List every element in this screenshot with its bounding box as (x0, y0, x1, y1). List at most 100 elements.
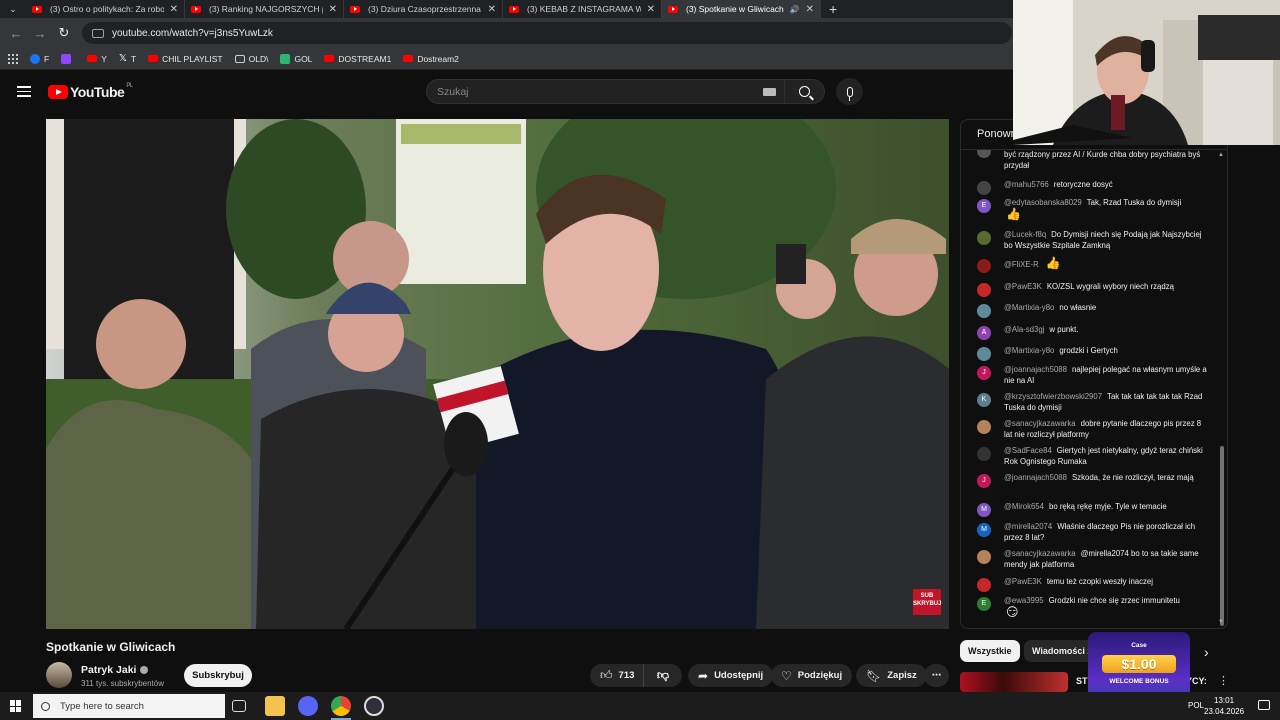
chat-author[interactable]: @sanacyjkazawarka (1004, 419, 1076, 428)
apps-grid-icon[interactable] (8, 53, 18, 64)
bookmark-item[interactable]: 𝕏T (119, 53, 136, 64)
chat-avatar[interactable] (977, 578, 991, 592)
obs-icon[interactable] (364, 696, 384, 716)
language-indicator[interactable]: POL (1188, 701, 1204, 710)
taskbar-search-input[interactable]: Type here to search (33, 694, 225, 718)
tab-close-icon[interactable]: ✕ (170, 4, 178, 15)
chat-author[interactable]: @Lucek-f8q (1004, 230, 1046, 239)
share-button[interactable]: ➦ Udostępnij (688, 664, 774, 687)
like-button[interactable]: 👍︎ 713 (590, 664, 644, 687)
browser-tab[interactable]: (3) Ranking NAJGORSZYCH pre ✕ (185, 0, 344, 18)
bookmark-folder[interactable]: OLD\ (234, 54, 268, 64)
bookmark-item[interactable]: F (30, 53, 49, 64)
forward-icon[interactable]: → (28, 26, 52, 41)
task-view-icon[interactable] (232, 700, 246, 712)
browser-tab[interactable]: (3) KEBAB Z INSTAGRAMA W P ✕ (503, 0, 662, 18)
chat-author[interactable]: @ewa3995 (1004, 596, 1044, 605)
browser-tab-active[interactable]: (3) Spotkanie w Gliwicach - 🔊 ✕ (662, 0, 821, 18)
scroll-down-icon[interactable]: ▼ (1218, 619, 1224, 625)
chat-avatar[interactable] (977, 420, 991, 434)
bookmark-item[interactable]: DOSTREAM1 (324, 54, 391, 64)
more-actions-button[interactable]: ⋯ (924, 664, 949, 687)
discord-icon[interactable] (298, 696, 318, 716)
chat-author[interactable]: @sanacyjkazawarka (1004, 549, 1076, 558)
chat-author[interactable]: @edytasobanska8029 (1004, 198, 1082, 207)
bookmark-item[interactable]: GOL (280, 53, 312, 64)
chat-author[interactable]: @joannajach5088 (1004, 365, 1067, 374)
windows-start-icon[interactable] (10, 700, 22, 712)
chat-avatar[interactable] (977, 550, 991, 564)
chat-author[interactable]: @joannajach5088 (1004, 473, 1067, 482)
chat-avatar[interactable]: A (977, 326, 991, 340)
bookmark-item[interactable]: Y (87, 54, 107, 64)
notification-icon[interactable] (1258, 700, 1270, 710)
search-button[interactable] (785, 79, 825, 104)
channel-avatar[interactable] (46, 662, 72, 688)
chip-all[interactable]: Wszystkie (960, 640, 1020, 662)
chat-author[interactable]: @mahu5766 (1004, 180, 1049, 189)
chat-author[interactable]: @krzysztofwierzbowski2907 (1004, 392, 1102, 401)
bookmark-item[interactable]: CHIL PLAYLIST (148, 54, 223, 64)
chat-author[interactable]: @FliXE-R (1004, 260, 1039, 269)
chat-avatar[interactable] (977, 259, 991, 273)
chat-avatar[interactable]: J (977, 474, 991, 488)
scrollbar-thumb[interactable] (1220, 446, 1224, 626)
thanks-button[interactable]: ♡ Podziękuj (771, 664, 853, 687)
chat-avatar[interactable]: M (977, 503, 991, 517)
menu-icon[interactable] (17, 86, 31, 97)
chat-avatar[interactable] (977, 283, 991, 297)
chrome-icon[interactable] (331, 696, 351, 716)
video-player[interactable]: SUB SKRYBUJ (46, 119, 949, 629)
site-info-icon[interactable] (92, 28, 104, 38)
new-tab-icon[interactable]: + (829, 1, 837, 17)
chat-scrollbar[interactable] (1220, 156, 1224, 626)
chat-avatar[interactable] (977, 150, 991, 158)
chat-author[interactable]: @Martixia-y8o (1004, 303, 1054, 312)
reload-icon[interactable]: ↻ (52, 25, 76, 41)
more-icon[interactable]: ⋮ (1218, 674, 1229, 687)
chat-avatar[interactable]: K (977, 393, 991, 407)
chat-avatar[interactable] (977, 447, 991, 461)
related-video-thumbnail[interactable] (960, 672, 1068, 692)
keyboard-icon[interactable] (763, 88, 776, 96)
chat-avatar[interactable] (977, 181, 991, 195)
youtube-logo[interactable]: YouTube PL (48, 83, 133, 100)
chat-author[interactable]: @mirella2074 (1004, 522, 1052, 531)
chat-author[interactable]: @SadFace84 (1004, 446, 1052, 455)
tab-close-icon[interactable]: ✕ (647, 4, 655, 15)
dislike-button[interactable]: 👎︎ (644, 668, 682, 683)
chat-avatar[interactable]: E (977, 597, 991, 611)
chat-author[interactable]: @PawE3K (1004, 577, 1042, 586)
voice-search-button[interactable] (836, 78, 863, 105)
file-explorer-icon[interactable] (265, 696, 285, 716)
chat-avatar[interactable] (977, 347, 991, 361)
chat-avatar[interactable] (977, 231, 991, 245)
chat-avatar[interactable] (977, 304, 991, 318)
tab-close-icon[interactable]: ✕ (329, 4, 337, 15)
bookmark-item[interactable]: Dostream2 (403, 54, 459, 64)
subscribe-button[interactable]: Subskrybuj (184, 664, 252, 687)
chat-author[interactable]: @Ala-sd3gj (1004, 325, 1044, 334)
browser-tab[interactable]: (3) Ostro o politykach: Za robot ✕ (26, 0, 185, 18)
bookmark-item[interactable] (61, 53, 75, 64)
chat-avatar[interactable]: M (977, 523, 991, 537)
subscribe-watermark[interactable]: SUB SKRYBUJ (913, 589, 941, 615)
chat-author[interactable]: @Martixia-y8o (1004, 346, 1054, 355)
address-bar[interactable]: youtube.com/watch?v=j3ns5YuwLzk (82, 22, 1012, 44)
chat-author[interactable]: @PawE3K (1004, 282, 1042, 291)
speaker-icon[interactable]: 🔊 (790, 5, 800, 14)
search-input[interactable]: Szukaj (426, 79, 785, 104)
tab-close-icon[interactable]: ✕ (488, 4, 496, 15)
chat-avatar[interactable]: E (977, 199, 991, 213)
save-button[interactable]: 🔖︎ Zapisz (856, 664, 927, 687)
related-video-title[interactable]: ST (1076, 676, 1088, 686)
chat-avatar[interactable]: J (977, 366, 991, 380)
tab-close-icon[interactable]: ✕ (806, 4, 814, 15)
channel-name[interactable]: Patryk Jaki (81, 664, 149, 676)
chevron-right-icon[interactable]: › (1204, 644, 1209, 660)
tab-search-chevron-icon[interactable]: ⌄ (0, 0, 26, 18)
browser-tab[interactable]: (3) Dziura Czasoprzestrzenna - ✕ (344, 0, 503, 18)
chat-author[interactable]: @Mirok654 (1004, 502, 1044, 511)
taskbar-clock[interactable]: 13:01 23.04.2026 (1204, 695, 1244, 717)
back-icon[interactable]: ← (4, 26, 28, 41)
